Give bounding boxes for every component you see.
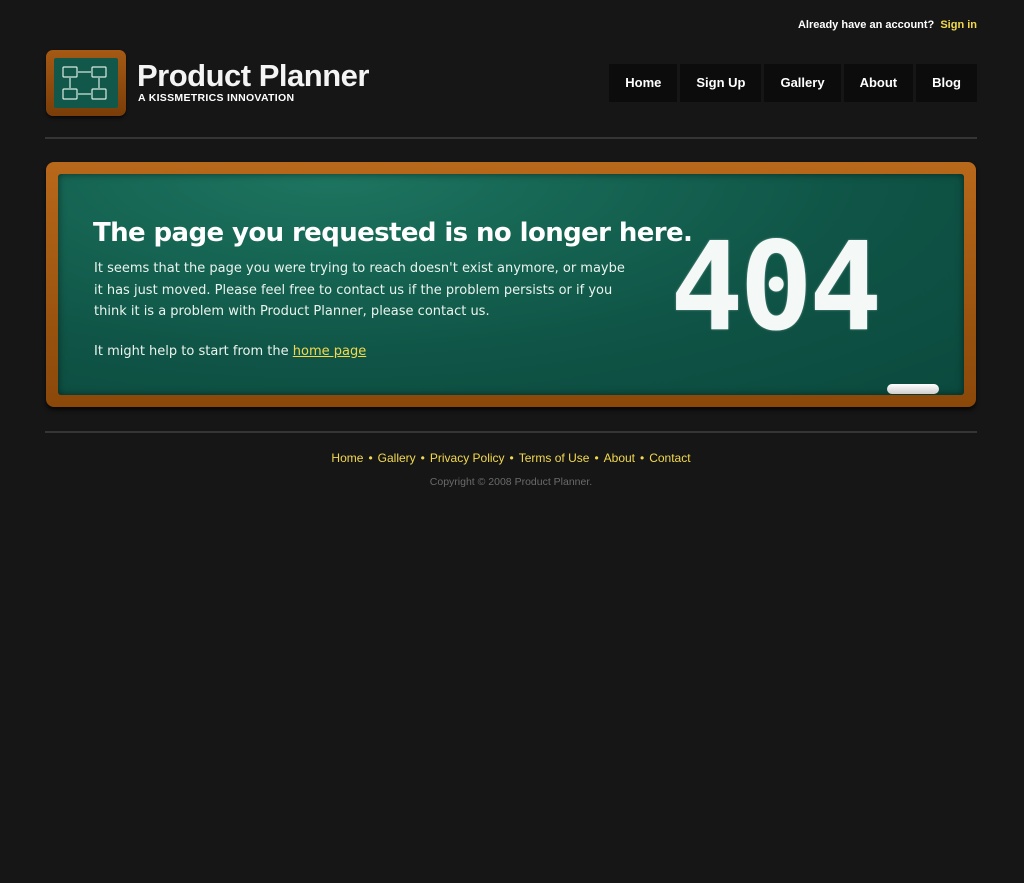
footer-link-terms[interactable]: Terms of Use [519, 451, 590, 465]
error-help-text: It might help to start from the [94, 344, 289, 359]
footer-link-gallery[interactable]: Gallery [378, 451, 416, 465]
nav-gallery[interactable]: Gallery [764, 64, 841, 102]
brand-subtitle: A KISSMETRICS INNOVATION [138, 92, 295, 104]
error-title: The page you requested is no longer here… [93, 218, 693, 248]
footer-separator: • [509, 451, 514, 465]
error-message: It seems that the page you were trying t… [94, 261, 625, 319]
footer-separator: • [420, 451, 425, 465]
header-divider [45, 137, 977, 139]
copyright: Copyright © 2008 Product Planner. [429, 476, 593, 488]
home-page-link[interactable]: home page [293, 344, 366, 359]
footer-separator: • [368, 451, 373, 465]
nav-about[interactable]: About [843, 64, 914, 102]
flowchart-board-icon [54, 58, 118, 108]
footer-link-home[interactable]: Home [331, 451, 363, 465]
sign-in-link[interactable]: Sign in [940, 19, 977, 31]
footer-separator: • [640, 451, 645, 465]
footer-link-contact[interactable]: Contact [649, 451, 690, 465]
account-prompt: Already have an account? Sign in [798, 19, 977, 31]
footer-link-privacy[interactable]: Privacy Policy [430, 451, 505, 465]
nav-blog[interactable]: Blog [916, 64, 977, 102]
brand-title[interactable]: Product Planner [137, 58, 369, 94]
main-nav: Home Sign Up Gallery About Blog [609, 64, 977, 102]
footer-link-about[interactable]: About [604, 451, 635, 465]
error-code: 404 [670, 216, 882, 358]
footer-nav: Home • Gallery • Privacy Policy • Terms of Use… [0, 451, 1022, 465]
chalkboard: The page you requested is no longer here… [58, 174, 964, 395]
account-prompt-text: Already have an account? [797, 19, 935, 31]
chalk-piece [887, 384, 939, 394]
nav-sign-up[interactable]: Sign Up [680, 64, 762, 102]
error-help: It might help to start from the home pag… [94, 344, 366, 359]
footer-divider [45, 431, 977, 433]
logo[interactable] [46, 50, 126, 116]
chalkboard-frame: The page you requested is no longer here… [46, 162, 976, 407]
nav-home[interactable]: Home [609, 64, 678, 102]
footer-separator: • [594, 451, 599, 465]
logo-frame [46, 50, 126, 116]
